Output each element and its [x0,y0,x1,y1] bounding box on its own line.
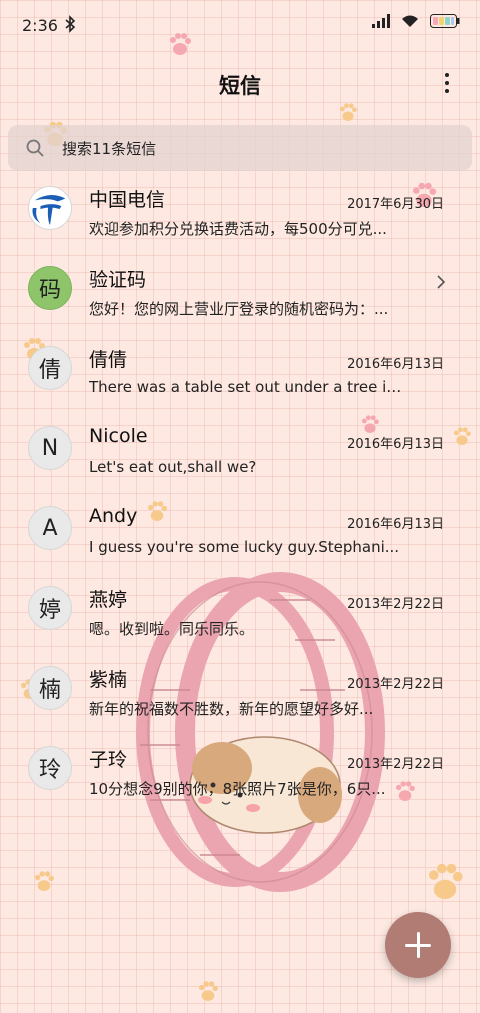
contact-name: Andy [89,505,138,527]
new-message-button[interactable] [385,912,451,978]
message-preview: There was a table set out under a tree i… [89,378,409,396]
contact-name: 倩倩 [89,349,128,371]
contact-name: 验证码 [89,269,147,291]
conversation-row[interactable]: 中国电信 2017年6月30日 欢迎参加积分兑换话费活动，每500分可兑... [0,168,480,248]
conversation-row[interactable]: 码 验证码 您好！您的网上营业厅登录的随机密码为：... [0,248,480,328]
bluetooth-icon [65,15,76,33]
message-preview: Let's eat out,shall we? [89,458,257,476]
avatar: 楠 [28,666,72,710]
message-date: 2017年6月30日 [347,197,444,212]
contact-name: 中国电信 [89,189,166,211]
avatar: 玲 [28,746,72,790]
avatar: N [28,426,72,470]
signal-icon [372,14,390,28]
message-date: 2013年2月22日 [347,597,444,612]
message-date: 2016年6月13日 [347,437,444,452]
avatar [28,186,72,230]
status-bar: 2:36 [0,0,480,52]
app-bar: 短信 [0,52,480,118]
message-date: 2016年6月13日 [347,357,444,372]
more-vertical-icon[interactable] [442,70,452,96]
conversation-row[interactable]: 玲 子玲 2013年2月22日 10分想念9别的你，8张照片7张是你，6只... [0,728,480,808]
message-preview: 嗯。收到啦。同乐同乐。 [89,620,255,638]
message-preview: 您好！您的网上营业厅登录的随机密码为：... [89,300,389,318]
conversation-row[interactable]: 楠 紫楠 2013年2月22日 新年的祝福数不胜数，新年的愿望好多好... [0,648,480,728]
avatar: 倩 [28,346,72,390]
avatar: A [28,506,72,550]
avatar: 婷 [28,586,72,630]
message-preview: 欢迎参加积分兑换话费活动，每500分可兑... [89,220,387,238]
china-telecom-logo-icon [29,187,71,229]
conversation-row[interactable]: 倩 倩倩 2016年6月13日 There was a table set ou… [0,328,480,408]
conversation-row[interactable]: A Andy 2016年6月13日 I guess you're some lu… [0,488,480,568]
conversation-row[interactable]: N Nicole 2016年6月13日 Let's eat out,shall … [0,408,480,488]
conversation-row[interactable]: 婷 燕婷 2013年2月22日 嗯。收到啦。同乐同乐。 [0,568,480,648]
message-preview: 10分想念9别的你，8张照片7张是你，6只... [89,780,386,798]
message-date: 2013年2月22日 [347,677,444,692]
status-time: 2:36 [22,16,58,35]
avatar: 码 [28,266,72,310]
wifi-icon [402,15,418,27]
contact-name: 子玲 [89,749,128,771]
search-placeholder: 搜索11条短信 [62,140,157,158]
message-preview: 新年的祝福数不胜数，新年的愿望好多好... [89,700,374,718]
message-date: 2013年2月22日 [347,757,444,772]
message-date: 2016年6月13日 [347,517,444,532]
battery-icon [430,14,460,28]
search-input[interactable]: 搜索11条短信 [8,125,472,171]
contact-name: Nicole [89,425,148,447]
contact-name: 紫楠 [89,669,128,691]
chevron-right-icon[interactable] [436,274,446,290]
search-icon [26,139,44,157]
contact-name: 燕婷 [89,589,128,611]
message-preview: I guess you're some lucky guy.Stephani..… [89,538,400,556]
page-title: 短信 [219,74,261,98]
conversation-list: 中国电信 2017年6月30日 欢迎参加积分兑换话费活动，每500分可兑... … [0,168,480,808]
